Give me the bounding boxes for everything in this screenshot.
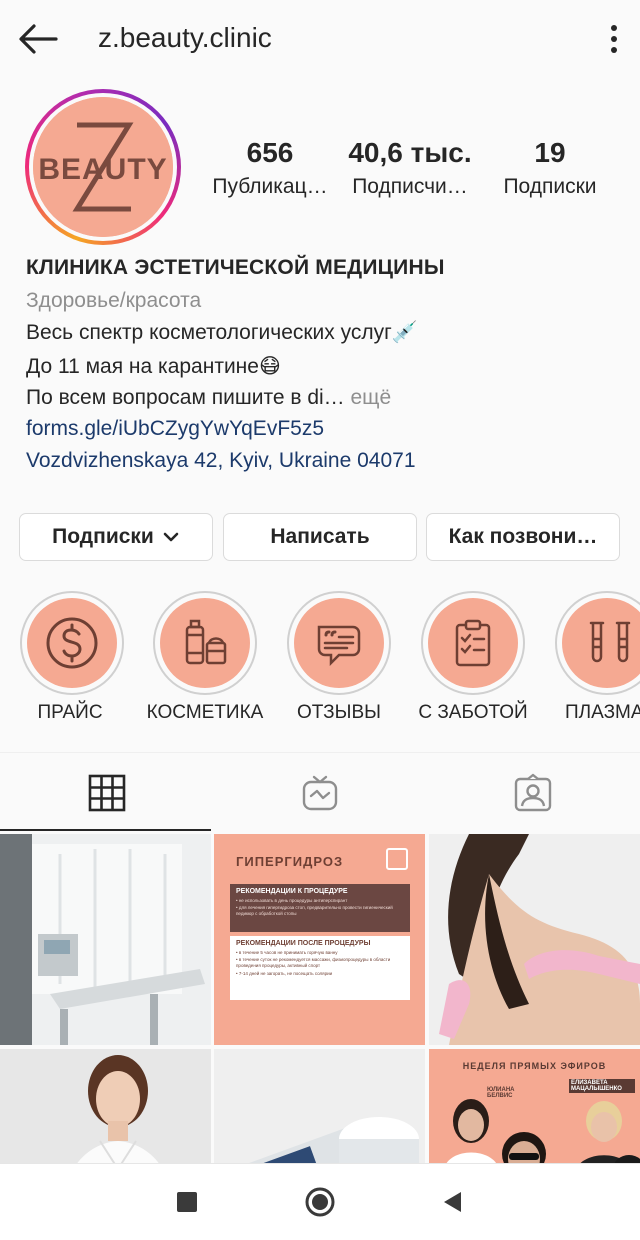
chevron-down-icon [163,532,179,542]
bio-line-2: До 11 мая на карантине😷 [26,355,281,378]
highlight-care[interactable] [421,591,525,695]
speech-bubble-icon [317,625,361,667]
bio-address-link[interactable]: Vozdvizhenskaya 42, Kyiv, Ukraine 04071 [26,449,416,473]
highlight-cosmetics[interactable] [153,591,257,695]
dollar-coin-icon [46,617,98,669]
home-button[interactable] [298,1180,342,1224]
post-thumbnail[interactable] [0,834,211,1045]
recent-apps-button[interactable] [165,1180,209,1224]
igtv-icon [302,775,337,811]
logo-text: BEAUTY [38,153,168,186]
home-circle-icon [305,1187,335,1217]
square-icon [177,1192,197,1212]
grid-icon [88,774,125,812]
posts-count[interactable]: 656 Публикац… [205,136,335,204]
bio-website-link[interactable]: forms.gle/iUbCZygYwYqEvF5z5 [26,417,324,441]
shoulder-treatment-photo [429,834,640,1045]
speaker-name-1: ЮЛИАНА БЕЛВИС [487,1087,515,1099]
highlight-plasma[interactable] [555,591,640,695]
clinic-room-photo [0,834,211,1045]
speaker-name-2: ЕЛИЗАВЕТА МАЦАЛЫШЕНКО [569,1079,635,1093]
post-thumbnail[interactable]: ГИПЕРГИДРОЗ РЕКОМЕНДАЦИИ К ПРОЦЕДУРЕ • н… [214,834,425,1045]
message-button[interactable]: Написать [223,513,417,561]
clipboard-icon [455,619,491,667]
highlight-cosmetics-label: КОСМЕТИКА [146,702,264,723]
highlight-price-label: ПРАЙС [37,702,103,723]
highlight-reviews-label: ОТЗЫВЫ [297,702,381,723]
more-vertical-icon [611,25,617,53]
followers-count[interactable]: 40,6 тыс. Подписчи… [340,136,480,204]
highlight-reviews[interactable] [287,591,391,695]
following-button-label: Подписки [52,525,154,548]
post-box-2: РЕКОМЕНДАЦИИ ПОСЛЕ ПРОЦЕДУРЫ • в течение… [230,936,410,1000]
bio-line-3-text: По всем вопросам пишите в di… [26,386,345,409]
message-button-label: Написать [270,525,370,548]
following-button[interactable]: Подписки [19,513,213,561]
profile-avatar: BEAUTY [33,97,173,237]
bio-line-3: По всем вопросам пишите в di… ещё [26,386,391,410]
back-triangle-icon [444,1192,461,1212]
active-tab-indicator [0,829,211,831]
highlight-price[interactable] [20,591,124,695]
multi-photo-icon [386,848,408,870]
back-arrow-icon [19,24,58,54]
more-options-button[interactable] [602,18,626,62]
story-ring[interactable]: BEAUTY [25,89,181,245]
system-back-button[interactable] [430,1180,474,1224]
profile-tabs [0,752,640,832]
cosmetics-icon [185,619,227,665]
top-bar: z.beauty.clinic [0,0,640,80]
tab-tagged[interactable] [426,753,639,833]
tagged-person-icon [514,773,551,812]
highlight-plasma-label: ПЛАЗМА [565,702,640,723]
highlight-care-label: С ЗАБОТОЙ [418,702,528,723]
test-tubes-icon [589,621,631,663]
post-title: ГИПЕРГИДРОЗ [236,854,344,869]
post-box-1: РЕКОМЕНДАЦИИ К ПРОЦЕДУРЕ • не использова… [230,884,410,932]
call-button-label: Как позвони… [448,525,598,548]
tab-igtv[interactable] [213,753,426,833]
system-nav-bar [0,1163,640,1240]
tab-grid[interactable] [0,753,213,833]
profile-username: z.beauty.clinic [98,22,272,53]
profile-category: Здоровье/красота [26,289,202,312]
bio-more-link[interactable]: ещё [345,386,392,409]
post-thumbnail[interactable] [429,834,640,1045]
back-button[interactable] [14,18,62,62]
bio-line-1: Весь спектр косметологических услуг💉 [26,321,418,344]
profile-full-name: КЛИНИКА ЭСТЕТИЧЕСКОЙ МЕДИЦИНЫ [26,256,445,279]
following-count[interactable]: 19 Подписки [489,136,611,204]
call-button[interactable]: Как позвони… [426,513,620,561]
